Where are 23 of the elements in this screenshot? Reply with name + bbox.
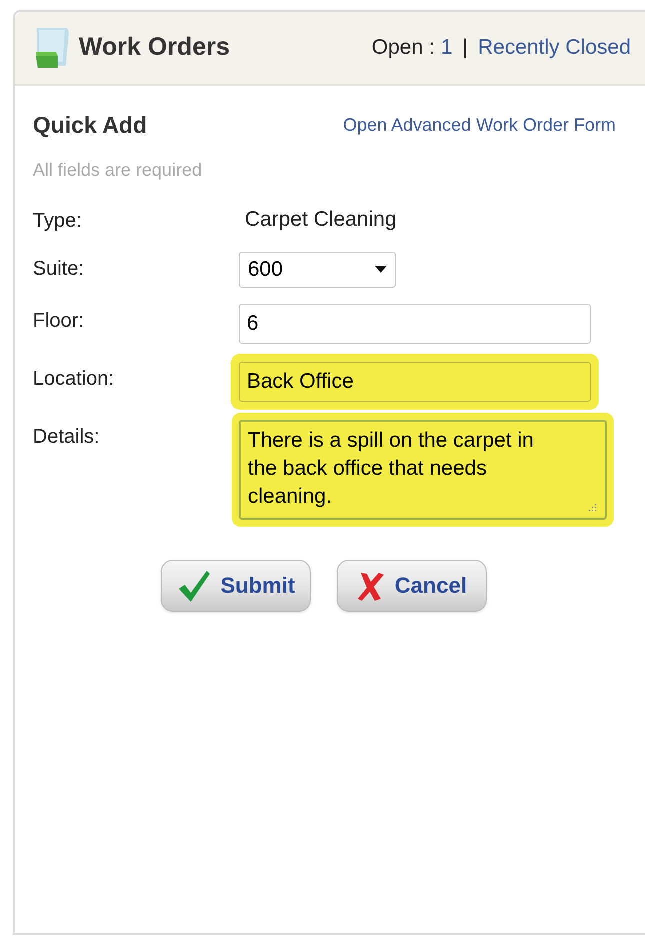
advanced-form-link[interactable]: Open Advanced Work Order Form — [343, 112, 616, 139]
cross-icon — [356, 570, 385, 600]
field-label: Details: — [33, 424, 101, 450]
panel-title: Work Orders — [79, 32, 230, 64]
input-field[interactable]: 6 — [239, 304, 591, 344]
submit-button[interactable]: Submit — [161, 560, 311, 612]
suite-select[interactable]: 600 — [239, 252, 396, 288]
recently-closed-link[interactable]: Recently Closed — [478, 32, 631, 64]
checkmark-icon — [176, 568, 211, 602]
details-text: There is a spill on the carpet in the back office that needs cleaning. — [248, 428, 534, 508]
separator: | — [462, 35, 468, 62]
dropdown-caret-icon — [375, 266, 387, 273]
open-label: Open : — [372, 35, 435, 62]
section-title: Quick Add — [33, 111, 148, 140]
resize-grip-icon — [587, 502, 597, 512]
field-label: Location: — [33, 366, 116, 392]
type-value: Carpet Cleaning — [245, 206, 397, 232]
field-label: Suite: — [33, 256, 86, 282]
required-note: All fields are required — [33, 158, 204, 182]
open-count-link[interactable]: 1 — [440, 32, 453, 64]
field-label: Floor: — [33, 308, 86, 334]
cancel-button[interactable]: Cancel — [337, 560, 487, 612]
field-label: Type: — [33, 208, 83, 234]
